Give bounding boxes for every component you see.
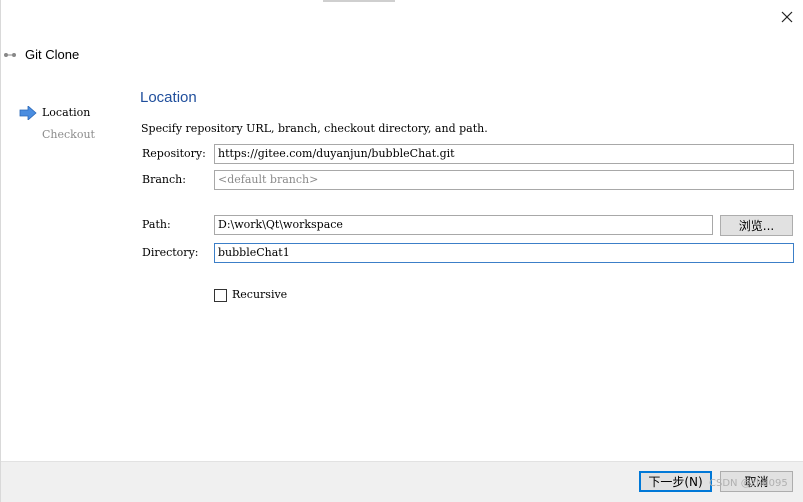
page-description: Specify repository URL, branch, checkout… xyxy=(141,122,488,135)
window-title: Git Clone xyxy=(25,47,80,62)
directory-label: Directory: xyxy=(142,246,199,259)
repository-label: Repository: xyxy=(142,147,206,160)
top-grip xyxy=(323,0,395,2)
current-step-arrow-icon xyxy=(19,106,37,120)
watermark: CSDN @zhd095 xyxy=(709,478,788,489)
close-button[interactable] xyxy=(775,6,799,28)
branch-input[interactable]: <default branch> xyxy=(214,170,794,190)
path-input[interactable]: D:\work\Qt\workspace xyxy=(214,215,713,235)
recursive-checkbox[interactable] xyxy=(214,289,227,302)
path-label: Path: xyxy=(142,218,171,231)
close-icon xyxy=(781,11,793,23)
step-location: Location xyxy=(42,106,91,119)
app-icon xyxy=(3,48,19,62)
browse-button[interactable]: 浏览... xyxy=(720,215,793,236)
git-clone-dialog: Git Clone Location Checkout Location Spe… xyxy=(0,0,803,502)
recursive-label[interactable]: Recursive xyxy=(232,288,287,301)
step-checkout: Checkout xyxy=(42,128,95,141)
directory-input[interactable]: bubbleChat1 xyxy=(214,243,794,263)
repository-input[interactable]: https://gitee.com/duyanjun/bubbleChat.gi… xyxy=(214,144,794,164)
branch-label: Branch: xyxy=(142,173,186,186)
page-title: Location xyxy=(140,89,197,106)
next-button[interactable]: 下一步(N) xyxy=(639,471,712,492)
